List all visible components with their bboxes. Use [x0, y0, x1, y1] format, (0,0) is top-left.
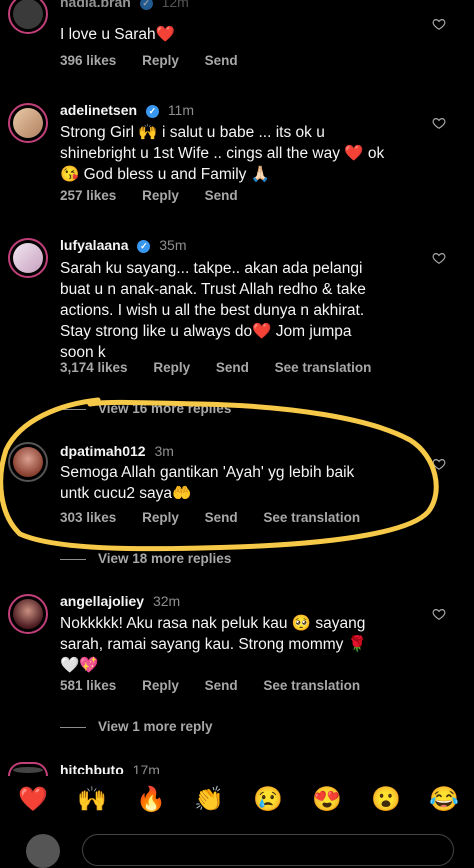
reply-button[interactable]: Reply — [142, 53, 179, 68]
likes-count[interactable]: 3,174 likes — [60, 360, 128, 375]
likes-count[interactable]: 257 likes — [60, 188, 116, 203]
comment-username-row: hadia.bran ✓ 12m — [60, 0, 189, 10]
likes-count[interactable]: 396 likes — [60, 53, 116, 68]
heart-icon[interactable] — [432, 116, 446, 130]
verified-badge-icon: ✓ — [139, 0, 153, 10]
comment-time: 11m — [167, 102, 195, 118]
comment-text-line: sarah, ramai sayang kau. Strong mommy 🌹 — [60, 636, 368, 653]
avatar[interactable] — [8, 442, 48, 482]
emoji-raised-hands-button[interactable]: 🙌 — [77, 780, 107, 820]
avatar[interactable] — [8, 594, 48, 634]
verified-badge-icon: ✓ — [137, 239, 151, 253]
send-button[interactable]: Send — [205, 53, 238, 68]
view-replies-button[interactable]: View 1 more reply — [60, 719, 213, 734]
emoji-clap-button[interactable]: 👏 — [194, 780, 224, 820]
comment-time: 35m — [159, 237, 187, 253]
comment-text-line: Stay strong like u always do❤️ Jom jumpa — [60, 323, 352, 340]
send-button[interactable]: Send — [205, 510, 238, 525]
comment-text: Strong Girl 🙌 i salut u babe ... its ok … — [60, 122, 420, 185]
heart-icon[interactable] — [432, 251, 446, 265]
comment-text-line: Strong Girl 🙌 i salut u babe ... its ok … — [60, 124, 325, 141]
emoji-heart-eyes-button[interactable]: 😍 — [312, 780, 342, 820]
divider — [60, 726, 86, 728]
view-replies-button[interactable]: View 18 more replies — [60, 551, 231, 566]
view-replies-label: View 16 more replies — [98, 401, 232, 416]
emoji-reaction-bar: ❤️ 🙌 🔥 👏 😢 😍 😮 😂 — [0, 780, 474, 820]
reply-button[interactable]: Reply — [142, 678, 179, 693]
divider — [60, 408, 86, 410]
comment-text: Semoga Allah gantikan 'Ayah' yg lebih ba… — [60, 462, 420, 504]
heart-icon[interactable] — [432, 457, 446, 471]
comment-text-line: shinebright u 1st Wife .. cings all the … — [60, 145, 385, 162]
comment-time: 32m — [152, 593, 181, 609]
verified-badge-icon: ✓ — [145, 104, 159, 118]
emoji-laughing-button[interactable]: 😂 — [429, 780, 459, 820]
send-button[interactable]: Send — [216, 360, 249, 375]
comment-text-line: Nokkkkk! Aku rasa nak peluk kau 🥺 sayang — [60, 615, 366, 632]
avatar[interactable] — [8, 762, 48, 776]
comment-actions: 581 likes Reply Send See translation — [60, 678, 382, 693]
comment-username[interactable]: angellajoliey — [60, 593, 144, 609]
emoji-fire-button[interactable]: 🔥 — [136, 780, 166, 820]
avatar[interactable] — [8, 103, 48, 143]
heart-icon[interactable] — [432, 17, 446, 31]
emoji-crying-button[interactable]: 😢 — [253, 780, 283, 820]
comment-text-line: actions. I wish u all the best dunya n a… — [60, 302, 365, 319]
view-replies-label: View 1 more reply — [98, 719, 213, 734]
comment-input[interactable] — [82, 834, 454, 866]
comment-text-line: untk cucu2 saya🤲 — [60, 485, 192, 502]
comment-username[interactable]: hitchbuto — [60, 762, 124, 774]
emoji-surprised-button[interactable]: 😮 — [371, 780, 401, 820]
see-translation-button[interactable]: See translation — [275, 360, 372, 375]
comment-time: 12m — [161, 0, 189, 10]
comment-text-line: buat u n anak-anak. Trust Allah redho & … — [60, 281, 366, 298]
view-replies-button[interactable]: View 16 more replies — [60, 401, 231, 416]
reply-button[interactable]: Reply — [153, 360, 190, 375]
comment-text-line: Sarah ku sayang... takpe.. akan ada pela… — [60, 260, 363, 277]
comment-time: 3m — [154, 443, 174, 459]
avatar[interactable] — [8, 0, 48, 34]
send-button[interactable]: Send — [205, 678, 238, 693]
heart-icon[interactable] — [432, 607, 446, 621]
comment-actions: 3,174 likes Reply Send See translation — [60, 360, 393, 375]
current-user-avatar — [26, 834, 60, 868]
comment-text: Sarah ku sayang... takpe.. akan ada pela… — [60, 258, 420, 363]
comment-username[interactable]: hadia.bran — [60, 0, 131, 10]
emoji-heart-button[interactable]: ❤️ — [18, 780, 48, 820]
reply-button[interactable]: Reply — [142, 188, 179, 203]
comment-actions: 303 likes Reply Send See translation — [60, 510, 382, 525]
comment-username[interactable]: lufyalaana — [60, 237, 128, 253]
comment-username-row: adelinetsen ✓ 11m — [60, 102, 194, 118]
comment-username-row: hitchbuto 17m — [60, 762, 160, 774]
comment-time: 17m — [132, 762, 160, 774]
comment-username[interactable]: dpatimah012 — [60, 443, 146, 459]
avatar[interactable] — [8, 238, 48, 278]
send-button[interactable]: Send — [205, 188, 238, 203]
likes-count[interactable]: 581 likes — [60, 678, 116, 693]
comment-actions: 396 likes Reply Send — [60, 53, 260, 68]
comment-username-row: lufyalaana ✓ 35m — [60, 237, 187, 253]
reply-button[interactable]: Reply — [142, 510, 179, 525]
comment-text-line: 😘 God bless u and Family 🙏🏻 — [60, 166, 271, 183]
see-translation-button[interactable]: See translation — [263, 510, 360, 525]
comment-username[interactable]: adelinetsen — [60, 102, 137, 118]
divider — [60, 558, 86, 560]
comment-text: Nokkkkk! Aku rasa nak peluk kau 🥺 sayang… — [60, 613, 420, 676]
comment-username-row: dpatimah012 3m — [60, 443, 174, 459]
see-translation-button[interactable]: See translation — [263, 678, 360, 693]
likes-count[interactable]: 303 likes — [60, 510, 116, 525]
comment-text: I love u Sarah❤️ — [60, 26, 175, 43]
comment-text-line: Semoga Allah gantikan 'Ayah' yg lebih ba… — [60, 464, 355, 481]
comment-text-line: 🤍💖 — [60, 657, 99, 674]
comment-actions: 257 likes Reply Send — [60, 188, 260, 203]
view-replies-label: View 18 more replies — [98, 551, 232, 566]
comment-username-row: angellajoliey 32m — [60, 593, 180, 609]
